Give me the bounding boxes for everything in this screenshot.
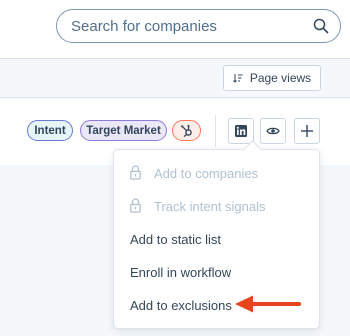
page-views-label: Page views <box>249 71 312 85</box>
menu-item-label: Add to companies <box>154 165 259 181</box>
search-icon[interactable] <box>313 18 329 34</box>
search-box[interactable] <box>56 9 341 43</box>
lock-icon <box>130 165 141 180</box>
menu-item-enroll-in-workflow[interactable]: Enroll in workflow <box>114 257 319 287</box>
menu-item-label: Track intent signals <box>154 198 266 214</box>
sort-icon <box>232 74 243 83</box>
tag-target-market: Target Market <box>80 120 167 141</box>
plus-icon <box>301 125 313 137</box>
toolbar: Page views <box>0 58 350 98</box>
menu-item-label: Enroll in workflow <box>130 264 232 280</box>
view-button[interactable] <box>260 118 286 144</box>
search-input[interactable] <box>71 10 311 42</box>
lock-icon <box>130 198 141 213</box>
hubspot-tag <box>172 120 201 141</box>
top-bar <box>0 0 350 58</box>
eye-icon <box>266 127 280 135</box>
hubspot-icon <box>180 124 192 137</box>
highlight-arrow-icon <box>235 295 301 313</box>
menu-item-track-intent-signals: Track intent signals <box>114 191 319 221</box>
divider <box>215 115 216 147</box>
menu-item-add-to-companies: Add to companies <box>114 158 319 188</box>
menu-item-add-to-static-list[interactable]: Add to static list <box>114 224 319 254</box>
linkedin-button[interactable] <box>228 118 254 144</box>
menu-item-label: Add to exclusions <box>130 297 232 313</box>
menu-item-label: Add to static list <box>130 231 222 247</box>
tag-intent: Intent <box>27 120 73 141</box>
page-views-sort-button[interactable]: Page views <box>223 65 321 91</box>
linkedin-icon <box>235 125 247 137</box>
add-actions-button[interactable] <box>294 118 320 144</box>
